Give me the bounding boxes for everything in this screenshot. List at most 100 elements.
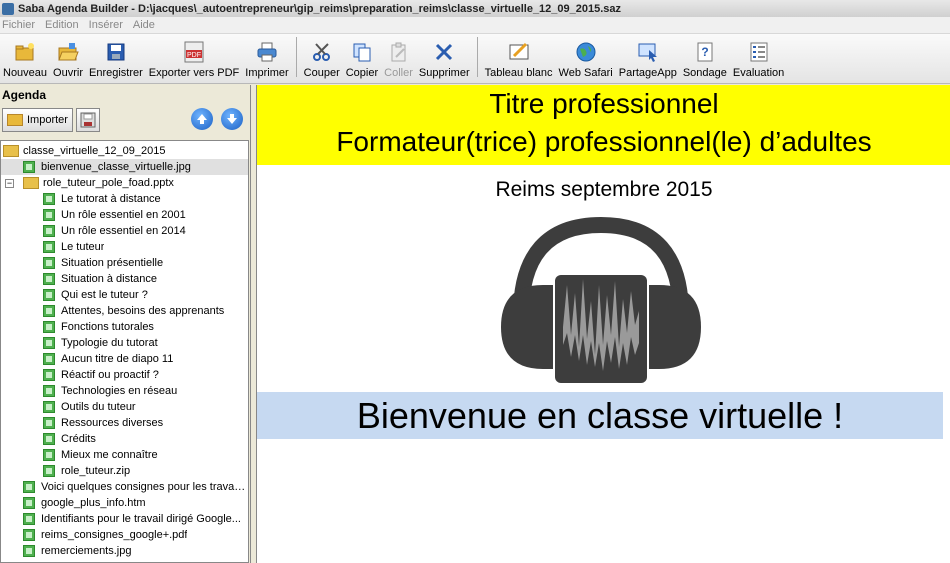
tree-item[interactable]: Attentes, besoins des apprenants — [1, 303, 248, 319]
tree-item[interactable]: Un rôle essentiel en 2014 — [1, 223, 248, 239]
evaluation-icon — [748, 41, 770, 63]
tree-item[interactable]: Typologie du tutorat — [1, 335, 248, 351]
new-button[interactable]: Nouveau — [0, 41, 50, 79]
paste-label: Coller — [384, 67, 413, 79]
tree-item[interactable]: Fonctions tutorales — [1, 319, 248, 335]
tree-item-label: Le tutorat à distance — [61, 193, 161, 205]
tree-item-label: role_tuteur.zip — [61, 465, 131, 477]
slide-node-icon — [43, 209, 55, 221]
menu-inserer[interactable]: Insérer — [87, 19, 127, 31]
tree-item[interactable]: role_tuteur.zip — [1, 463, 248, 479]
tree-item-label: Aucun titre de diapo 11 — [61, 353, 174, 365]
tree-item-label: Qui est le tuteur ? — [61, 289, 148, 301]
print-button[interactable]: Imprimer — [242, 41, 291, 79]
tree-item-label: reims_consignes_google+.pdf — [41, 529, 188, 541]
copy-button[interactable]: Copier — [343, 41, 381, 79]
globe-icon — [575, 41, 597, 63]
tree-item[interactable]: reims_consignes_google+.pdf — [1, 527, 248, 543]
menu-fichier[interactable]: Fichier — [0, 19, 39, 31]
agenda-save-button[interactable] — [75, 108, 100, 132]
tree-root[interactable]: classe_virtuelle_12_09_2015 — [1, 143, 248, 159]
move-down-button[interactable] — [221, 108, 243, 130]
export-pdf-label: Exporter vers PDF — [148, 67, 240, 79]
share-app-button[interactable]: PartageApp — [616, 41, 680, 79]
cut-button[interactable]: Couper — [301, 41, 343, 79]
tree-item-label: Réactif ou proactif ? — [61, 369, 159, 381]
tree-item[interactable]: Réactif ou proactif ? — [1, 367, 248, 383]
collapse-icon[interactable]: − — [5, 178, 14, 188]
tree-item[interactable]: Technologies en réseau — [1, 383, 248, 399]
tree-item[interactable]: Outils du tuteur — [1, 399, 248, 415]
slide-title-band: Titre professionnel Formateur(trice) pro… — [257, 85, 950, 165]
poll-button[interactable]: ? Sondage — [680, 41, 730, 79]
web-safari-label: Web Safari — [558, 67, 613, 79]
tree-item-label: Ressources diverses — [61, 417, 164, 429]
tree-item[interactable]: Crédits — [1, 431, 248, 447]
slide-node-icon — [43, 241, 55, 253]
whiteboard-label: Tableau blanc — [484, 67, 553, 79]
import-button[interactable]: Importer — [2, 108, 73, 132]
web-safari-button[interactable]: Web Safari — [556, 41, 616, 79]
evaluation-button[interactable]: Evaluation — [730, 41, 787, 79]
save-button[interactable]: Enregistrer — [86, 41, 146, 79]
tree-item[interactable]: Mieux me connaître — [1, 447, 248, 463]
slide-node-icon — [43, 353, 55, 365]
move-up-button[interactable] — [191, 108, 213, 130]
delete-button[interactable]: Supprimer — [416, 41, 473, 79]
tree-item[interactable]: Le tuteur — [1, 239, 248, 255]
tree-item[interactable]: bienvenue_classe_virtuelle.jpg — [1, 159, 248, 175]
tree-item-label: role_tuteur_pole_foad.pptx — [43, 177, 174, 189]
poll-icon: ? — [694, 41, 716, 63]
tree-item-label: remerciements.jpg — [41, 545, 132, 557]
tree-item[interactable]: Situation à distance — [1, 271, 248, 287]
slide-node-icon — [43, 225, 55, 237]
slide-node-icon — [43, 337, 55, 349]
tree-item[interactable]: Qui est le tuteur ? — [1, 287, 248, 303]
tree-item[interactable]: Un rôle essentiel en 2001 — [1, 207, 248, 223]
save-label: Enregistrer — [89, 67, 143, 79]
slide-node-icon — [43, 289, 55, 301]
delete-label: Supprimer — [418, 67, 470, 79]
paste-button[interactable]: Coller — [381, 41, 416, 79]
import-label: Importer — [27, 114, 68, 126]
slide-preview: Titre professionnel Formateur(trice) pro… — [256, 85, 950, 563]
tree-item-label: Fonctions tutorales — [61, 321, 154, 333]
menu-aide[interactable]: Aide — [131, 19, 159, 31]
file-node-icon — [23, 545, 35, 557]
tree-item[interactable]: Ressources diverses — [1, 415, 248, 431]
menu-edition[interactable]: Edition — [43, 19, 83, 31]
folder-open-icon — [23, 177, 39, 189]
tree-item[interactable]: Aucun titre de diapo 11 — [1, 351, 248, 367]
tree-item-pptx[interactable]: − role_tuteur_pole_foad.pptx — [1, 175, 248, 191]
window-title: Saba Agenda Builder - D:\jacques\_autoen… — [18, 2, 622, 15]
open-button[interactable]: Ouvrir — [50, 41, 86, 79]
slide-node-icon — [43, 449, 55, 461]
tree-item[interactable]: remerciements.jpg — [1, 543, 248, 559]
slide-node-icon — [43, 369, 55, 381]
title-bar: Saba Agenda Builder - D:\jacques\_autoen… — [0, 0, 950, 17]
arrow-up-icon — [197, 114, 207, 124]
headphones-icon — [501, 216, 701, 383]
tree-item[interactable]: Identifiants pour le travail dirigé Goog… — [1, 511, 248, 527]
slide-node-icon — [43, 305, 55, 317]
tree-item-label: Crédits — [61, 433, 96, 445]
tree-item[interactable]: Voici quelques consignes pour les travau… — [1, 479, 248, 495]
export-pdf-button[interactable]: PDF Exporter vers PDF — [146, 41, 242, 79]
file-node-icon — [23, 481, 35, 493]
svg-text:?: ? — [701, 45, 708, 59]
pdf-icon: PDF — [183, 41, 205, 63]
paste-icon — [388, 41, 410, 63]
tree-item-label: Le tuteur — [61, 241, 105, 253]
file-node-icon — [23, 161, 35, 173]
tree-item[interactable]: Le tutorat à distance — [1, 191, 248, 207]
tree-item-label: Situation présentielle — [61, 257, 164, 269]
whiteboard-button[interactable]: Tableau blanc — [482, 41, 556, 79]
copy-icon — [351, 41, 373, 63]
tree-item-label: Mieux me connaître — [61, 449, 158, 461]
tree-item[interactable]: google_plus_info.htm — [1, 495, 248, 511]
file-node-icon — [23, 513, 35, 525]
tree-item-label: classe_virtuelle_12_09_2015 — [23, 145, 166, 157]
tree-item[interactable]: Situation présentielle — [1, 255, 248, 271]
agenda-header: Agenda — [2, 88, 47, 102]
slide-node-icon — [43, 193, 55, 205]
